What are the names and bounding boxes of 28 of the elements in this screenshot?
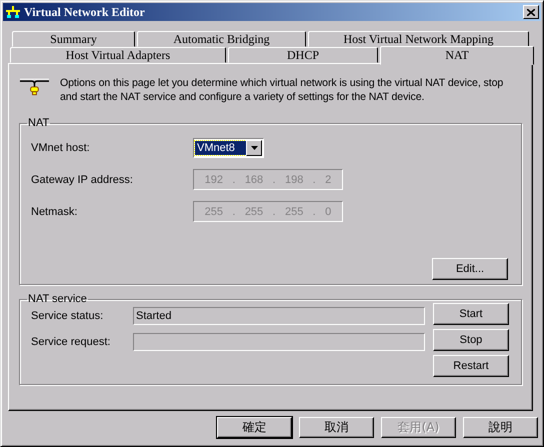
group-title: NAT service [27,293,88,305]
description-text: Options on this page let you determine which virtual network is using the virtual NAT device, stop and start the NAT service and configure a variety of settings for the NAT device. [60,76,504,104]
field-label: Netmask: [31,206,78,218]
group-title: NAT [27,117,50,129]
edit-button[interactable]: Edit... [432,258,508,280]
tab[interactable]: Host Virtual Adapters [10,47,226,63]
field-label: Service status: [31,310,104,322]
service-button[interactable]: Start [433,303,509,325]
close-icon [527,8,535,16]
vmnet-host-dropdown[interactable]: VMnet8 [193,138,264,158]
tab[interactable]: DHCP [228,47,378,63]
network-icon [5,5,21,19]
close-button[interactable] [523,5,539,19]
dialog-button[interactable]: 取消 [299,417,374,438]
dialog-button[interactable]: 確定 [217,417,292,438]
dropdown-arrow-icon [250,146,258,150]
tab[interactable]: Host Virtual Network Mapping [308,31,529,47]
field-label: Gateway IP address: [31,174,134,186]
field-label: Service request: [31,336,112,348]
field-label: VMnet host: [31,142,91,154]
readonly-field: Started [133,307,425,325]
tab[interactable]: Automatic Bridging [137,31,306,47]
service-button[interactable]: Stop [433,329,509,351]
service-button[interactable]: Restart [433,355,509,377]
dialog-button[interactable]: 說明 [463,417,538,438]
tab[interactable]: NAT [380,46,534,65]
tab[interactable]: Summary [12,31,135,47]
window-title: Virtual Network Editor [24,4,146,20]
